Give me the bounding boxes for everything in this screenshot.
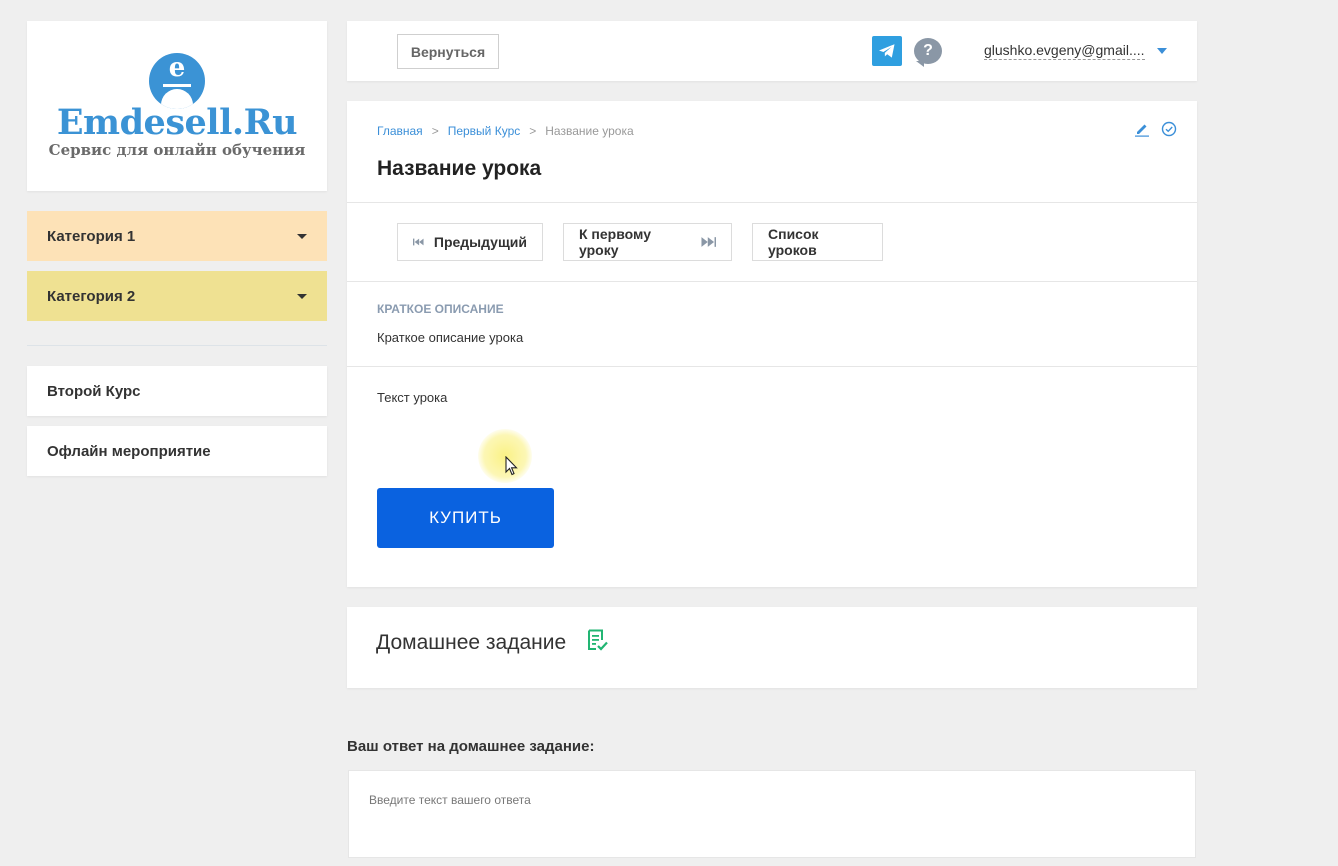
logo-letter: e [168, 53, 186, 83]
course-item-offline[interactable]: Офлайн мероприятие [27, 426, 327, 476]
user-logo-icon: e [149, 53, 205, 109]
lesson-card: Главная > Первый Курс > Название урока Н… [347, 101, 1197, 587]
logo-subtitle: Сервис для онлайн обучения [48, 141, 306, 159]
divider [347, 281, 1197, 282]
course-item-second[interactable]: Второй Курс [27, 366, 327, 416]
course-label: Второй Курс [47, 382, 141, 400]
previous-label: Предыдущий [433, 234, 527, 250]
list-label: Список уроков [768, 226, 819, 258]
first-lesson-button[interactable]: К первому уроку [563, 223, 732, 261]
breadcrumb: Главная > Первый Курс > Название урока [377, 124, 634, 138]
homework-icon [588, 629, 608, 651]
short-description-text: Краткое описание урока [377, 330, 524, 345]
sidebar-divider [27, 345, 327, 346]
divider [347, 202, 1197, 203]
top-bar: Вернуться ? glushko.evgeny@gmail.... [347, 21, 1197, 81]
previous-lesson-button[interactable]: Предыдущий [397, 223, 543, 261]
breadcrumb-home[interactable]: Главная [377, 124, 423, 138]
chevron-down-icon [297, 233, 307, 239]
check-circle-icon[interactable] [1161, 121, 1177, 137]
edit-icon[interactable] [1134, 121, 1150, 137]
user-menu[interactable]: glushko.evgeny@gmail.... [984, 42, 1167, 60]
lesson-list-button[interactable]: Список уроков [752, 223, 883, 261]
category-label: Категория 2 [47, 287, 136, 305]
breadcrumb-separator: > [529, 124, 537, 138]
category-1[interactable]: Категория 1 [27, 211, 327, 261]
homework-title: Домашнее задание [376, 631, 567, 654]
course-label: Офлайн мероприятие [47, 442, 211, 460]
logo-card[interactable]: e Emdesell.Ru Сервис для онлайн обучения [27, 21, 327, 191]
first-label: К первому уроку [579, 226, 651, 258]
logo-bar [163, 84, 191, 87]
breadcrumb-current: Название урока [545, 124, 634, 138]
help-button[interactable]: ? [912, 36, 944, 67]
answer-box [348, 770, 1196, 858]
help-icon: ? [914, 38, 942, 67]
breadcrumb-course[interactable]: Первый Курс [448, 124, 521, 138]
breadcrumb-separator: > [431, 124, 439, 138]
answer-label: Ваш ответ на домашнее задание: [347, 738, 595, 755]
answer-textarea[interactable] [349, 771, 1195, 857]
telegram-button[interactable] [872, 36, 902, 66]
lesson-body-text: Текст урока [377, 390, 448, 405]
category-label: Категория 1 [47, 227, 136, 245]
telegram-icon [879, 44, 895, 58]
chevron-down-icon [297, 293, 307, 299]
homework-card: Домашнее задание [347, 607, 1197, 688]
buy-button[interactable]: КУПИТЬ [377, 488, 554, 548]
skip-forward-icon [701, 237, 716, 247]
user-email: glushko.evgeny@gmail.... [984, 42, 1145, 60]
mouse-cursor-icon [505, 456, 518, 476]
skip-back-icon [413, 238, 424, 246]
category-2[interactable]: Категория 2 [27, 271, 327, 321]
divider [347, 366, 1197, 367]
short-description-label: Краткое описание [377, 302, 504, 316]
chevron-down-icon [1156, 48, 1167, 54]
back-button[interactable]: Вернуться [397, 34, 499, 69]
page-title: Название урока [377, 157, 542, 180]
logo-title: Emdesell.Ru [56, 102, 298, 143]
